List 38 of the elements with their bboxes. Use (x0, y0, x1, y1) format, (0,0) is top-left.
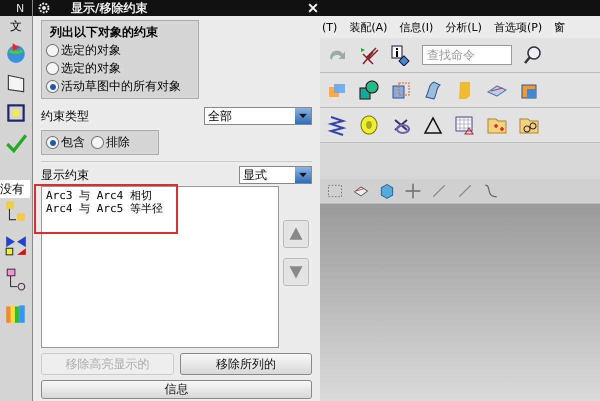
triangle-icon[interactable] (422, 114, 444, 136)
menu-item[interactable]: 窗 (554, 20, 566, 34)
dropdown[interactable]: 全部 (204, 107, 312, 125)
cube-icon[interactable] (378, 182, 396, 200)
radio-option[interactable]: 选定的对象 (46, 42, 194, 59)
box-select-icon[interactable] (326, 182, 344, 200)
table-icon[interactable] (454, 114, 476, 136)
menu-item[interactable]: (T) (322, 20, 338, 34)
menu-item[interactable]: 信息(I) (399, 20, 434, 34)
radio-option[interactable]: 选定的对象 (46, 60, 194, 77)
coil-icon[interactable] (358, 114, 380, 136)
move-up-button[interactable] (283, 220, 309, 248)
list-item[interactable]: Arc4 与 Arc5 等半径 (46, 202, 274, 215)
text-field[interactable]: 没有 (0, 180, 30, 198)
radio-option[interactable]: 包含 (46, 134, 85, 151)
remove-button[interactable]: 移除所列的 (180, 353, 312, 375)
radio-option[interactable]: 排除 (91, 134, 130, 151)
shapes-icon[interactable] (358, 79, 380, 101)
move-down-button[interactable] (283, 258, 309, 286)
menu-item[interactable]: 首选项(P) (494, 20, 542, 34)
info-button[interactable]: 信息 (41, 380, 312, 399)
field-label: 显示约束 (41, 166, 89, 184)
spring-icon[interactable] (326, 114, 348, 136)
field-label: 约束类型 (41, 108, 89, 124)
menu-item[interactable]: 装配(A) (349, 20, 388, 34)
menu-item[interactable]: 文 (10, 18, 22, 35)
search-field[interactable]: 查找命令 (422, 45, 512, 65)
gear-icon[interactable] (37, 1, 51, 15)
group-title: 列出以下对象的约束 (48, 24, 159, 41)
menu-item[interactable]: 分析(L) (445, 20, 482, 34)
dropdown[interactable]: 显式 (239, 166, 312, 184)
close-icon[interactable] (306, 1, 320, 15)
list-item[interactable]: Arc3 与 Arc4 相切 (46, 189, 274, 202)
dialog-title: 显示/移除约束 (71, 0, 148, 16)
app-title-fragment: N (16, 2, 24, 14)
info-icon[interactable] (390, 44, 412, 66)
radio-option[interactable]: 活动草图中的所有对象 (46, 78, 194, 95)
move-icon[interactable] (404, 182, 422, 200)
